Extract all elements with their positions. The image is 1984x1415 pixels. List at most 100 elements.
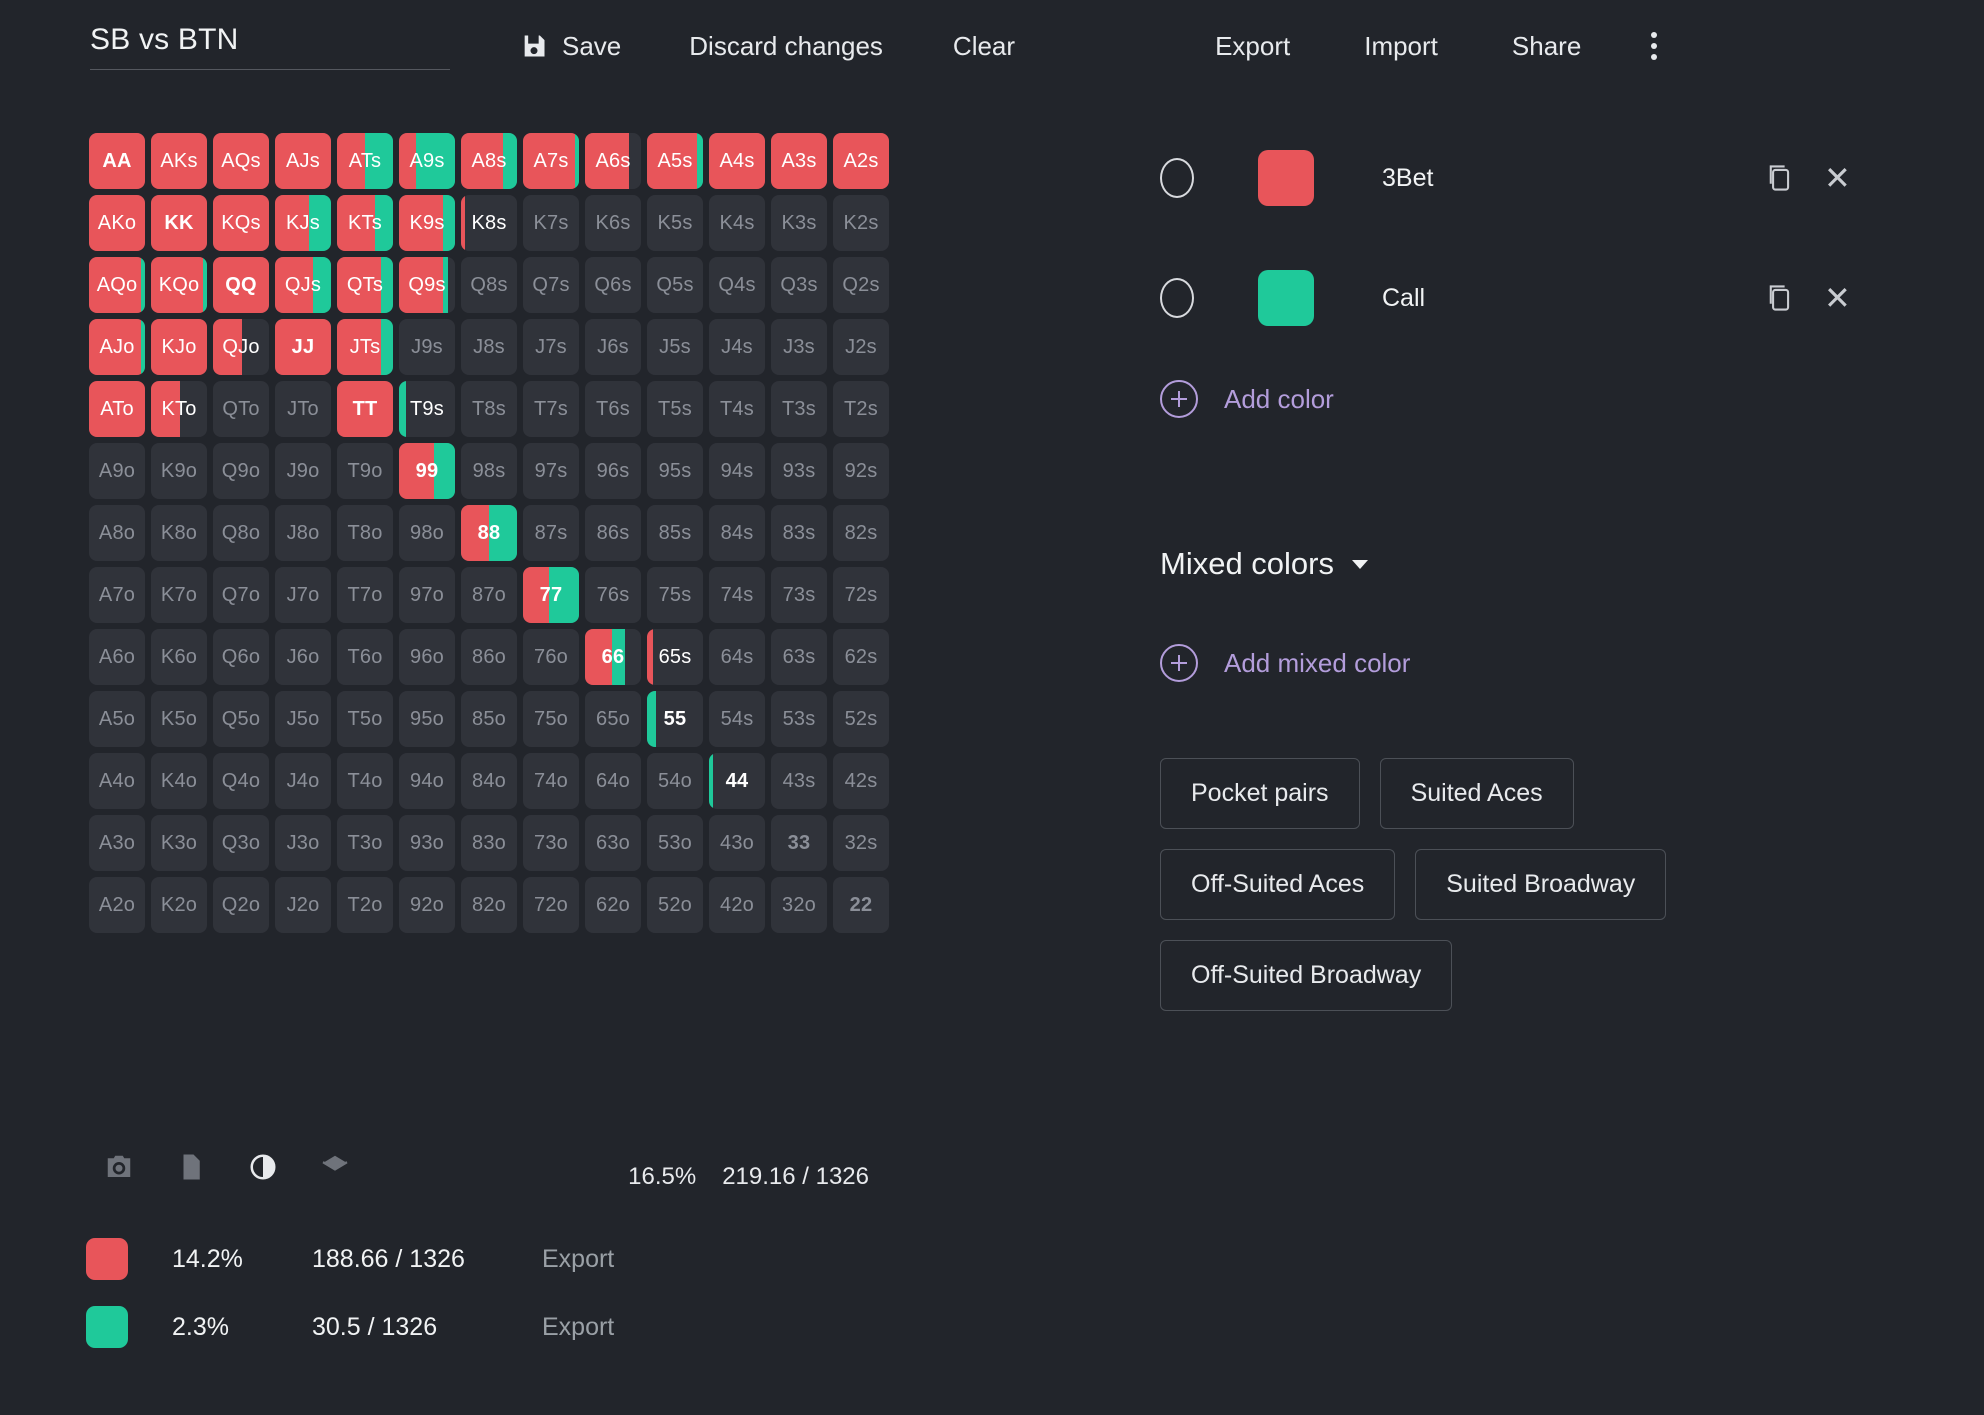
- range-cell[interactable]: 83s: [771, 505, 827, 561]
- range-cell[interactable]: 42o: [709, 877, 765, 933]
- range-cell[interactable]: 54s: [709, 691, 765, 747]
- range-cell[interactable]: J9s: [399, 319, 455, 375]
- range-cell[interactable]: Q9s: [399, 257, 455, 313]
- range-cell[interactable]: A4o: [89, 753, 145, 809]
- range-cell[interactable]: 87s: [523, 505, 579, 561]
- range-cell[interactable]: A6s: [585, 133, 641, 189]
- preset-suited-aces[interactable]: Suited Aces: [1380, 758, 1574, 829]
- range-cell[interactable]: K8o: [151, 505, 207, 561]
- range-cell[interactable]: 33: [771, 815, 827, 871]
- range-cell[interactable]: 42s: [833, 753, 889, 809]
- copy-icon[interactable]: [1766, 163, 1794, 193]
- range-cell[interactable]: K4s: [709, 195, 765, 251]
- range-cell[interactable]: 22: [833, 877, 889, 933]
- range-cell[interactable]: QTs: [337, 257, 393, 313]
- range-cell[interactable]: K3o: [151, 815, 207, 871]
- add-color-button[interactable]: Add color: [1160, 380, 1950, 418]
- range-cell[interactable]: T3o: [337, 815, 393, 871]
- range-cell[interactable]: K9s: [399, 195, 455, 251]
- range-cell[interactable]: Q2o: [213, 877, 269, 933]
- range-cell[interactable]: 95o: [399, 691, 455, 747]
- range-cell[interactable]: J2s: [833, 319, 889, 375]
- range-cell[interactable]: 32o: [771, 877, 827, 933]
- range-cell[interactable]: KJo: [151, 319, 207, 375]
- range-cell[interactable]: 74o: [523, 753, 579, 809]
- range-cell[interactable]: J3o: [275, 815, 331, 871]
- document-icon[interactable]: [176, 1152, 206, 1182]
- range-cell[interactable]: Q8o: [213, 505, 269, 561]
- color-select-radio[interactable]: [1160, 158, 1194, 198]
- color-swatch[interactable]: [1258, 270, 1314, 326]
- range-cell[interactable]: 66: [585, 629, 641, 685]
- range-cell[interactable]: 97o: [399, 567, 455, 623]
- range-cell[interactable]: A6o: [89, 629, 145, 685]
- range-cell[interactable]: 94s: [709, 443, 765, 499]
- range-cell[interactable]: A5o: [89, 691, 145, 747]
- range-cell[interactable]: 72o: [523, 877, 579, 933]
- range-cell[interactable]: QQ: [213, 257, 269, 313]
- range-cell[interactable]: 76s: [585, 567, 641, 623]
- range-cell[interactable]: 86s: [585, 505, 641, 561]
- range-cell[interactable]: T2o: [337, 877, 393, 933]
- range-cell[interactable]: 72s: [833, 567, 889, 623]
- range-cell[interactable]: K6o: [151, 629, 207, 685]
- range-cell[interactable]: TT: [337, 381, 393, 437]
- discard-changes-button[interactable]: Discard changes: [689, 31, 883, 62]
- range-cell[interactable]: A9o: [89, 443, 145, 499]
- range-cell[interactable]: 32s: [833, 815, 889, 871]
- camera-icon[interactable]: [104, 1152, 134, 1182]
- range-cell[interactable]: 53o: [647, 815, 703, 871]
- range-cell[interactable]: Q6o: [213, 629, 269, 685]
- range-cell[interactable]: QTo: [213, 381, 269, 437]
- range-cell[interactable]: J6o: [275, 629, 331, 685]
- range-cell[interactable]: Q5o: [213, 691, 269, 747]
- range-cell[interactable]: T4o: [337, 753, 393, 809]
- range-cell[interactable]: 54o: [647, 753, 703, 809]
- range-cell[interactable]: 64o: [585, 753, 641, 809]
- range-cell[interactable]: J4s: [709, 319, 765, 375]
- range-cell[interactable]: 75o: [523, 691, 579, 747]
- range-cell[interactable]: J8o: [275, 505, 331, 561]
- range-cell[interactable]: 93o: [399, 815, 455, 871]
- range-cell[interactable]: T8s: [461, 381, 517, 437]
- range-cell[interactable]: A2s: [833, 133, 889, 189]
- range-cell[interactable]: 82s: [833, 505, 889, 561]
- range-cell[interactable]: 77: [523, 567, 579, 623]
- range-cell[interactable]: A4s: [709, 133, 765, 189]
- range-cell[interactable]: Q6s: [585, 257, 641, 313]
- range-cell[interactable]: J8s: [461, 319, 517, 375]
- range-cell[interactable]: 53s: [771, 691, 827, 747]
- range-cell[interactable]: 73o: [523, 815, 579, 871]
- export-button[interactable]: Export: [1215, 31, 1290, 62]
- range-cell[interactable]: J7s: [523, 319, 579, 375]
- range-cell[interactable]: J3s: [771, 319, 827, 375]
- range-cell[interactable]: 63o: [585, 815, 641, 871]
- range-cell[interactable]: JJ: [275, 319, 331, 375]
- range-cell[interactable]: Q5s: [647, 257, 703, 313]
- range-cell[interactable]: K9o: [151, 443, 207, 499]
- range-cell[interactable]: AJo: [89, 319, 145, 375]
- legend-export-button[interactable]: Export: [542, 1313, 614, 1342]
- legend-export-button[interactable]: Export: [542, 1245, 614, 1274]
- range-cell[interactable]: T9o: [337, 443, 393, 499]
- range-cell[interactable]: 97s: [523, 443, 579, 499]
- range-cell[interactable]: J4o: [275, 753, 331, 809]
- range-cell[interactable]: T2s: [833, 381, 889, 437]
- range-cell[interactable]: K4o: [151, 753, 207, 809]
- range-cell[interactable]: 92s: [833, 443, 889, 499]
- range-cell[interactable]: AQo: [89, 257, 145, 313]
- range-cell[interactable]: 44: [709, 753, 765, 809]
- range-cell[interactable]: K5s: [647, 195, 703, 251]
- range-cell[interactable]: K2o: [151, 877, 207, 933]
- color-name-input[interactable]: 3Bet: [1382, 164, 1684, 193]
- range-cell[interactable]: 52o: [647, 877, 703, 933]
- range-cell[interactable]: 62s: [833, 629, 889, 685]
- range-cell[interactable]: A7o: [89, 567, 145, 623]
- range-cell[interactable]: 73s: [771, 567, 827, 623]
- range-cell[interactable]: 85o: [461, 691, 517, 747]
- range-cell[interactable]: 65s: [647, 629, 703, 685]
- range-cell[interactable]: 86o: [461, 629, 517, 685]
- range-cell[interactable]: 96o: [399, 629, 455, 685]
- range-cell[interactable]: J2o: [275, 877, 331, 933]
- preset-suited-broadway[interactable]: Suited Broadway: [1415, 849, 1666, 920]
